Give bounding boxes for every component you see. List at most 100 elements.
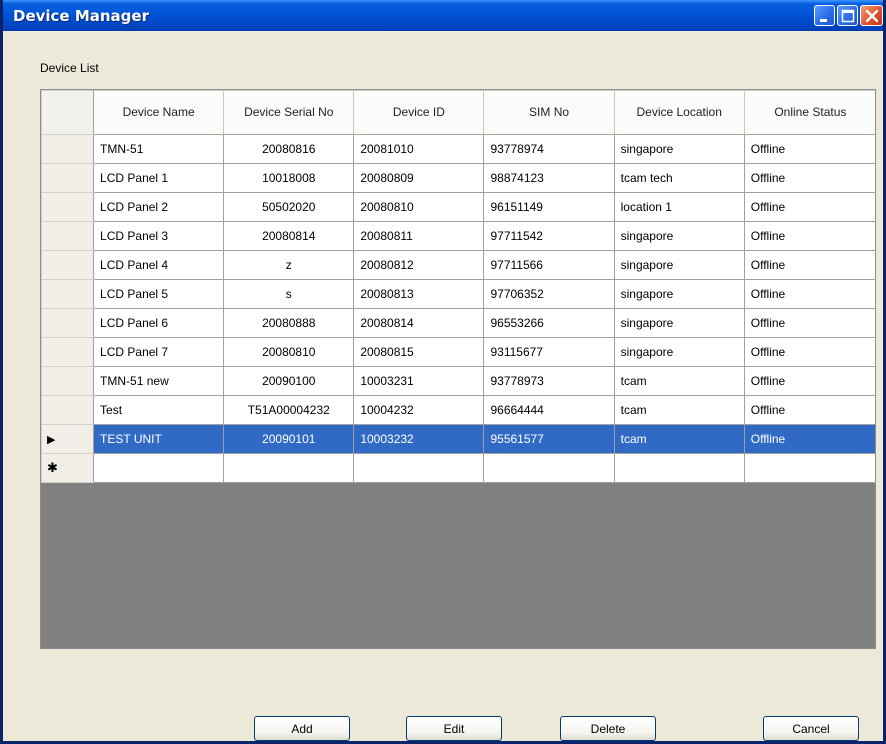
cell-device-name[interactable]: LCD Panel 2 (93, 192, 225, 222)
cell-online-status[interactable]: Offline (743, 192, 875, 222)
cell-online-status[interactable]: Offline (743, 250, 875, 280)
row-header-corner[interactable] (41, 90, 95, 135)
row-header[interactable] (41, 395, 95, 425)
cell-device-location[interactable]: location 1 (613, 192, 745, 222)
table-row[interactable]: Test T51A00004232 10004232 96664444 tcam Offl… (41, 395, 875, 425)
column-header-device-id[interactable]: Device ID (353, 90, 485, 135)
cell-device-name[interactable]: Test (93, 395, 225, 425)
cell-device-id[interactable]: 20080811 (353, 221, 485, 251)
cell-online-status[interactable]: Offline (743, 395, 875, 425)
close-button[interactable] (860, 5, 883, 26)
device-grid[interactable]: Device Name Device Serial No Device ID S… (40, 89, 876, 649)
cell-device-serial-no[interactable]: z (223, 250, 355, 280)
column-header-device-serial-no[interactable]: Device Serial No (223, 90, 355, 135)
cell-device-location[interactable]: singapore (613, 308, 745, 338)
cell-device-id[interactable]: 20080813 (353, 279, 485, 309)
row-header[interactable] (41, 366, 95, 396)
edit-button[interactable]: Edit (406, 716, 502, 741)
table-row[interactable]: ▶ TEST UNIT 20090101 10003232 95561577 tcam Of… (41, 424, 875, 454)
cell-device-id[interactable]: 20080815 (353, 337, 485, 367)
row-header[interactable] (41, 192, 95, 222)
row-header[interactable]: ▶ (41, 424, 95, 454)
cell-device-name[interactable]: LCD Panel 7 (93, 337, 225, 367)
cell-device-name[interactable]: TMN-51 new (93, 366, 225, 396)
cell-device-name[interactable]: LCD Panel 3 (93, 221, 225, 251)
cell-device-location[interactable]: tcam (613, 424, 745, 454)
cell-device-serial-no[interactable]: 10018008 (223, 163, 355, 193)
cell-online-status[interactable]: Offline (743, 163, 875, 193)
table-row[interactable]: LCD Panel 7 20080810 20080815 93115677 singa… (41, 337, 875, 367)
cell-sim-no[interactable]: 96664444 (483, 395, 615, 425)
row-header[interactable] (41, 221, 95, 251)
row-header[interactable] (41, 250, 95, 280)
cell-device-location[interactable]: tcam (613, 366, 745, 396)
new-row-cell[interactable] (483, 453, 615, 483)
cell-device-name[interactable]: TEST UNIT (93, 424, 225, 454)
column-header-online-status[interactable]: Online Status (743, 90, 875, 135)
cell-device-name[interactable]: LCD Panel 5 (93, 279, 225, 309)
new-row-cell[interactable] (93, 453, 225, 483)
cell-device-location[interactable]: singapore (613, 221, 745, 251)
cell-online-status[interactable]: Offline (743, 337, 875, 367)
cell-device-id[interactable]: 10004232 (353, 395, 485, 425)
table-row[interactable]: LCD Panel 5 s 20080813 97706352 singapore Off… (41, 279, 875, 309)
cell-device-location[interactable]: singapore (613, 250, 745, 280)
cell-sim-no[interactable]: 96151149 (483, 192, 615, 222)
cell-sim-no[interactable]: 97711566 (483, 250, 615, 280)
cell-device-serial-no[interactable]: 20090100 (223, 366, 355, 396)
title-bar[interactable]: Device Manager (3, 0, 883, 31)
cell-device-name[interactable]: TMN-51 (93, 134, 225, 164)
new-row-cell[interactable] (743, 453, 875, 483)
row-header[interactable] (41, 163, 95, 193)
new-row-cell[interactable] (223, 453, 355, 483)
cell-sim-no[interactable]: 93778973 (483, 366, 615, 396)
cell-sim-no[interactable]: 97711542 (483, 221, 615, 251)
column-header-device-location[interactable]: Device Location (613, 90, 745, 135)
cell-device-serial-no[interactable]: 20090101 (223, 424, 355, 454)
cell-device-serial-no[interactable]: 20080810 (223, 337, 355, 367)
table-row[interactable]: LCD Panel 2 50502020 20080810 96151149 locat… (41, 192, 875, 222)
add-button[interactable]: Add (254, 716, 350, 741)
cell-device-id[interactable]: 20080810 (353, 192, 485, 222)
cancel-button[interactable]: Cancel (763, 716, 859, 741)
cell-device-serial-no[interactable]: s (223, 279, 355, 309)
cell-online-status[interactable]: Offline (743, 221, 875, 251)
table-row[interactable]: LCD Panel 3 20080814 20080811 97711542 singa… (41, 221, 875, 251)
new-row-cell[interactable] (353, 453, 485, 483)
table-row[interactable]: TMN-51 20080816 20081010 93778974 singapore O… (41, 134, 875, 164)
row-header[interactable]: ✱ (41, 453, 95, 483)
cell-device-name[interactable]: LCD Panel 4 (93, 250, 225, 280)
cell-device-id[interactable]: 20080809 (353, 163, 485, 193)
cell-device-location[interactable]: singapore (613, 134, 745, 164)
cell-online-status[interactable]: Offline (743, 366, 875, 396)
cell-sim-no[interactable]: 96553266 (483, 308, 615, 338)
cell-sim-no[interactable]: 93115677 (483, 337, 615, 367)
cell-device-location[interactable]: singapore (613, 337, 745, 367)
delete-button[interactable]: Delete (560, 716, 656, 741)
cell-sim-no[interactable]: 98874123 (483, 163, 615, 193)
cell-device-id[interactable]: 20080812 (353, 250, 485, 280)
cell-device-serial-no[interactable]: 20080816 (223, 134, 355, 164)
cell-device-serial-no[interactable]: 20080888 (223, 308, 355, 338)
table-row[interactable]: TMN-51 new 20090100 10003231 93778973 tcam Of… (41, 366, 875, 396)
cell-sim-no[interactable]: 97706352 (483, 279, 615, 309)
cell-device-location[interactable]: tcam tech (613, 163, 745, 193)
cell-device-serial-no[interactable]: 20080814 (223, 221, 355, 251)
cell-sim-no[interactable]: 95561577 (483, 424, 615, 454)
maximize-button[interactable] (837, 5, 858, 26)
cell-device-id[interactable]: 10003231 (353, 366, 485, 396)
row-header[interactable] (41, 308, 95, 338)
table-row[interactable]: LCD Panel 1 10018008 20080809 98874123 tcam … (41, 163, 875, 193)
cell-sim-no[interactable]: 93778974 (483, 134, 615, 164)
minimize-button[interactable] (814, 5, 835, 26)
cell-online-status[interactable]: Offline (743, 134, 875, 164)
cell-device-serial-no[interactable]: 50502020 (223, 192, 355, 222)
new-row-cell[interactable] (613, 453, 745, 483)
cell-device-location[interactable]: tcam (613, 395, 745, 425)
cell-device-id[interactable]: 20081010 (353, 134, 485, 164)
cell-online-status[interactable]: Offline (743, 308, 875, 338)
row-header[interactable] (41, 279, 95, 309)
cell-online-status[interactable]: Offline (743, 279, 875, 309)
column-header-sim-no[interactable]: SIM No (483, 90, 615, 135)
cell-online-status[interactable]: Offline (743, 424, 875, 454)
